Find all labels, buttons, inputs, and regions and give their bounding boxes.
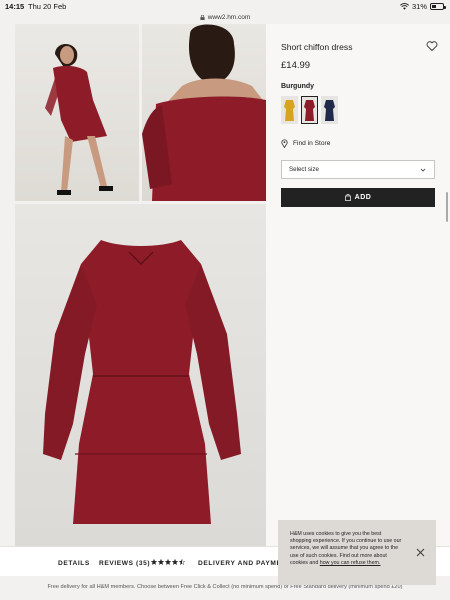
battery-fill [432,5,436,8]
product-price: £14.99 [281,60,311,71]
cookie-text: H&M uses cookies to give you the best sh… [290,531,402,567]
product-panel: Short chiffon dress £14.99 Burgundy Find… [266,24,450,546]
color-swatch-navy[interactable] [321,96,338,124]
selected-color-label: Burgundy [281,83,315,90]
cookie-refuse-link[interactable]: how you can refuse them. [320,560,381,566]
find-in-store-link[interactable]: Find in Store [281,139,330,148]
tab-delivery-payment[interactable]: DELIVERY AND PAYMEI [198,560,284,567]
address-bar[interactable]: www2.hm.com [0,12,450,22]
star-icon [179,559,185,565]
model-back-illustration [142,24,266,201]
swatch-dress-icon [324,100,335,121]
url-text: www2.hm.com [207,13,251,21]
star-icon [151,559,157,565]
cookie-banner: H&M uses cookies to give you the best sh… [278,520,436,585]
tab-details[interactable]: DETAILS [58,560,90,567]
add-to-bag-button[interactable]: ADD [281,188,435,207]
star-icon [172,559,178,565]
color-swatches [281,96,338,124]
status-right: 31% [400,2,446,11]
star-icon [165,559,171,565]
tab-reviews[interactable]: REVIEWS (35) [99,560,150,567]
product-title: Short chiffon dress [281,42,353,52]
status-bar: 14:15 Thu 20 Feb 31% [0,0,450,12]
color-swatch-mustard[interactable] [281,96,298,124]
status-time: 14:15 [5,2,25,11]
status-date: Thu 20 Feb [28,2,67,11]
bag-icon [344,194,351,201]
product-image-model-side[interactable] [15,24,139,201]
close-icon[interactable] [416,548,425,557]
star-icon [158,559,164,565]
dress-flat-illustration [43,240,241,524]
find-in-store-label: Find in Store [293,140,331,147]
favorite-heart-icon[interactable] [426,40,438,52]
swatch-dress-icon [304,100,315,121]
product-image-dress-flat[interactable] [15,204,266,546]
rating-stars [151,559,185,565]
swatch-dress-icon [284,100,295,121]
product-image-model-back[interactable] [142,24,266,201]
location-pin-icon [281,139,288,148]
model-side-illustration [45,43,113,195]
size-select-label: Select size [289,166,319,173]
battery-percent: 31% [411,2,427,11]
wifi-icon [400,3,409,10]
lock-icon [200,14,205,20]
scrollbar[interactable] [446,192,448,222]
add-button-label: ADD [354,194,372,201]
color-swatch-burgundy[interactable] [301,96,318,124]
battery-icon [430,3,446,10]
size-select[interactable]: Select size [281,160,435,179]
chevron-down-icon [420,168,426,172]
